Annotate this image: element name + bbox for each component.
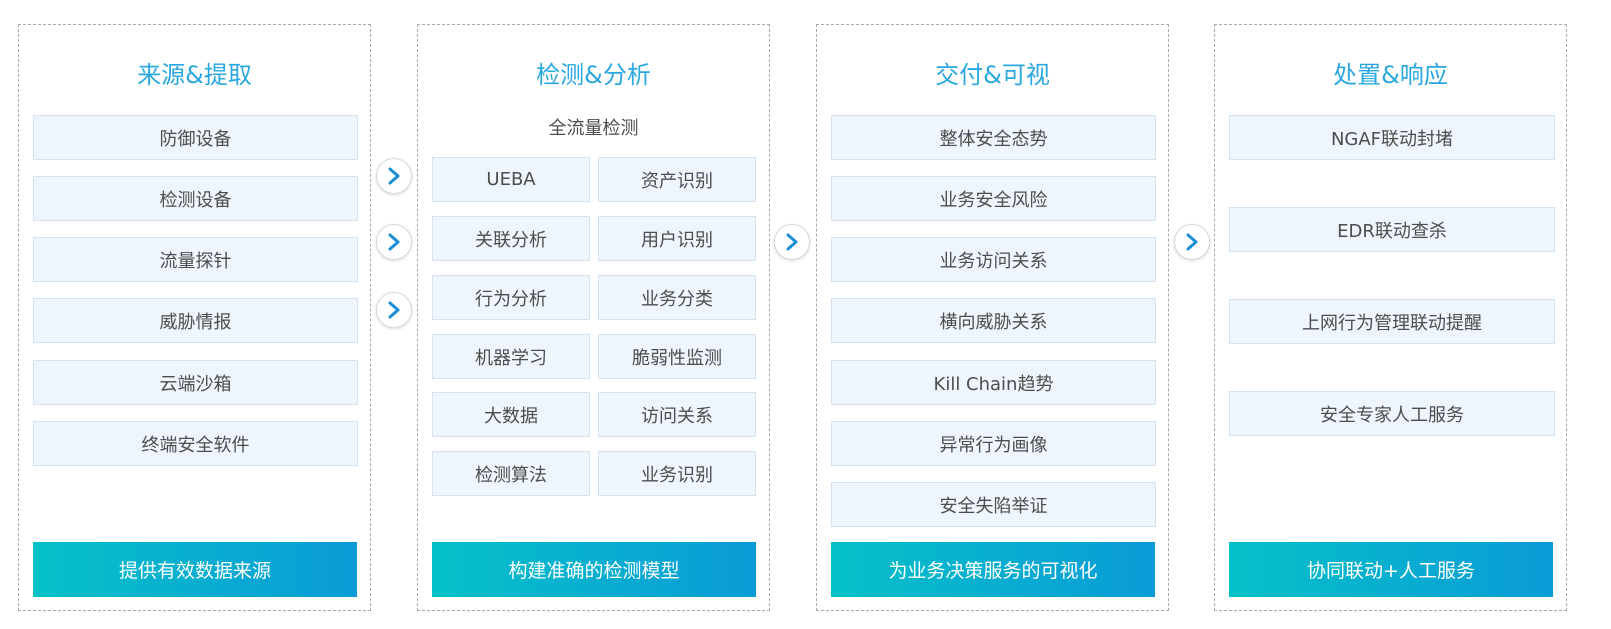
chevron-right-icon: [376, 158, 412, 194]
grid-box: 检测算法: [432, 451, 590, 496]
item-box: 安全失陷举证: [831, 482, 1156, 527]
column-disposal-response: 处置&响应 NGAF联动封堵 EDR联动查杀 上网行为管理联动提醒 安全专家人工…: [1214, 24, 1567, 611]
grid-box: 用户识别: [598, 216, 756, 261]
grid-box: 资产识别: [598, 157, 756, 202]
item-box: 威胁情报: [33, 298, 358, 343]
item-box: 整体安全态势: [831, 115, 1156, 160]
column-title: 检测&分析: [536, 61, 651, 89]
item-box: 业务安全风险: [831, 176, 1156, 221]
item-box: 检测设备: [33, 176, 358, 221]
item-box: 防御设备: [33, 115, 358, 160]
footer-banner: 协同联动+人工服务: [1229, 542, 1553, 597]
grid-box: 关联分析: [432, 216, 590, 261]
grid-box: 脆弱性监测: [598, 334, 756, 379]
footer-banner: 为业务决策服务的可视化: [831, 542, 1155, 597]
item-box: NGAF联动封堵: [1229, 115, 1555, 160]
item-box: 云端沙箱: [33, 360, 358, 405]
item-box: 异常行为画像: [831, 421, 1156, 466]
grid-box: 行为分析: [432, 275, 590, 320]
grid-box: 访问关系: [598, 392, 756, 437]
item-box: Kill Chain趋势: [831, 360, 1156, 405]
footer-banner: 构建准确的检测模型: [432, 542, 756, 597]
chevron-right-icon: [774, 224, 810, 260]
grid-box: UEBA: [432, 157, 590, 202]
column-delivery-visualization: 交付&可视 整体安全态势 业务安全风险 业务访问关系 横向威胁关系 Kill C…: [816, 24, 1169, 611]
chevron-right-icon: [1174, 224, 1210, 260]
chevron-right-icon: [376, 292, 412, 328]
column-detection-analysis: 检测&分析 全流量检测 UEBA 资产识别 关联分析 用户识别 行为分析 业务分…: [417, 24, 770, 611]
item-box: EDR联动查杀: [1229, 207, 1555, 252]
item-box: 横向威胁关系: [831, 298, 1156, 343]
item-box: 流量探针: [33, 237, 358, 282]
item-box: 业务访问关系: [831, 237, 1156, 282]
column-title: 交付&可视: [935, 61, 1050, 89]
item-box: 安全专家人工服务: [1229, 391, 1555, 436]
item-box: 上网行为管理联动提醒: [1229, 299, 1555, 344]
item-box: 终端安全软件: [33, 421, 358, 466]
chevron-right-icon: [376, 224, 412, 260]
grid-box: 大数据: [432, 392, 590, 437]
grid-box: 业务识别: [598, 451, 756, 496]
column-title: 处置&响应: [1333, 61, 1448, 89]
grid-box: 机器学习: [432, 334, 590, 379]
column-subtitle: 全流量检测: [548, 118, 639, 139]
grid-box: 业务分类: [598, 275, 756, 320]
column-title: 来源&提取: [137, 61, 252, 89]
footer-banner: 提供有效数据来源: [33, 542, 357, 597]
column-source-extraction: 来源&提取 防御设备 检测设备 流量探针 威胁情报 云端沙箱 终端安全软件 提供…: [18, 24, 371, 611]
